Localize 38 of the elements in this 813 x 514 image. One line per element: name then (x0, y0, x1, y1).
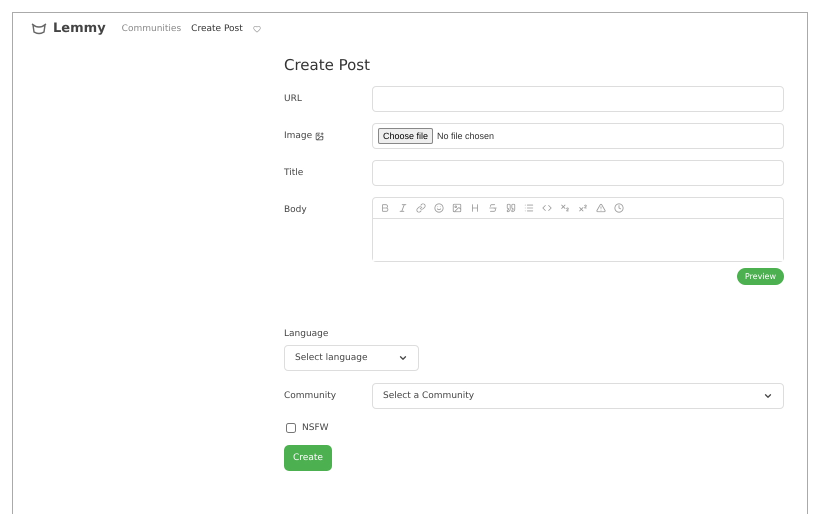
field-label: Image (284, 131, 312, 141)
field-label: Body (284, 205, 307, 215)
chevron-down-icon (763, 391, 773, 401)
chevron-down-icon (398, 353, 408, 363)
field-label: URL (284, 94, 302, 104)
nsfw-checkbox[interactable] (286, 423, 296, 433)
page-title: Create Post (284, 56, 371, 74)
community-select[interactable]: Select a Community (372, 383, 784, 409)
text-field[interactable] (372, 86, 784, 112)
superscript-icon[interactable] (578, 203, 588, 213)
code-icon[interactable] (542, 203, 552, 213)
subscript-icon[interactable] (560, 203, 570, 213)
warning-icon[interactable] (596, 203, 606, 213)
nav-link[interactable]: Communities (122, 24, 182, 34)
strikethrough-icon[interactable] (488, 203, 498, 213)
clock-icon[interactable] (614, 203, 624, 213)
quote-icon[interactable] (506, 203, 516, 213)
text-field[interactable] (372, 160, 784, 186)
italic-icon[interactable] (398, 203, 408, 213)
language-label: Language (284, 329, 328, 339)
choose-file-button[interactable]: Choose file (378, 128, 434, 144)
field-label: Title (284, 168, 304, 178)
image-icon[interactable] (452, 203, 462, 213)
nav-link[interactable]: Create Post (191, 24, 243, 34)
logo-icon (31, 22, 47, 34)
file-field[interactable]: Choose file No file chosen (372, 123, 784, 149)
bold-icon[interactable] (380, 203, 390, 213)
field-label: Community (284, 391, 336, 401)
list-icon[interactable] (524, 203, 534, 213)
file-status: No file chosen (437, 131, 494, 141)
heart-icon[interactable] (252, 24, 261, 32)
image-icon (315, 132, 324, 140)
heading-icon[interactable] (470, 203, 480, 213)
checkbox-label: NSFW (302, 423, 329, 433)
language-select[interactable]: Select language (284, 345, 419, 371)
link-icon[interactable] (416, 203, 426, 213)
emoji-icon[interactable] (434, 203, 444, 213)
brand-name[interactable]: Lemmy (53, 21, 106, 36)
